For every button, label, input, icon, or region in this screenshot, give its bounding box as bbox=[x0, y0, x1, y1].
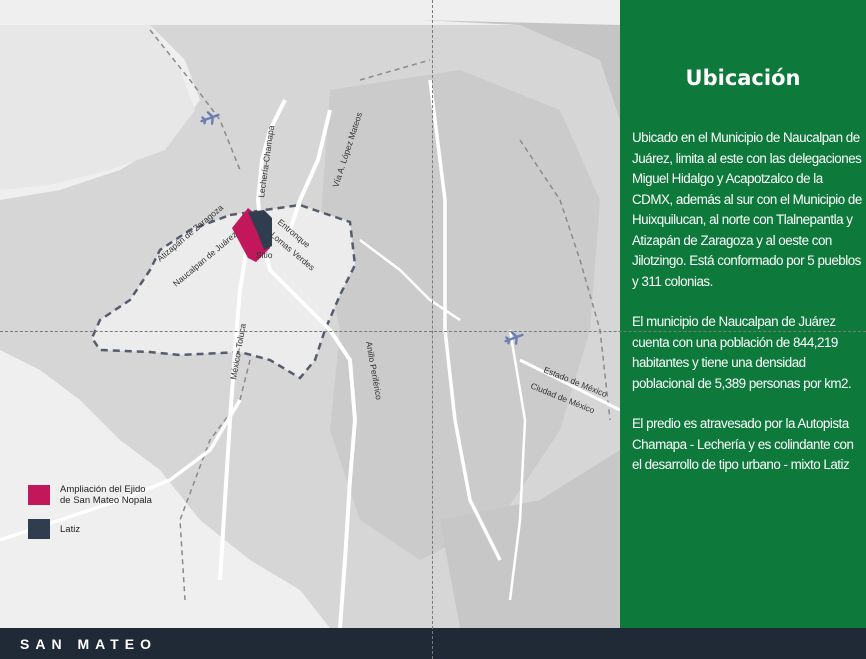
paragraph-location: Ubicado en el Municipio de Naucalpan de … bbox=[632, 130, 862, 289]
location-map[interactable]: Lechería-Chamapa Vía A. López Mateos Ati… bbox=[0, 0, 620, 628]
paragraph-population: El municipio de Naucalpan de Juárez cuen… bbox=[632, 314, 852, 391]
legend-swatch-ejido bbox=[28, 485, 50, 505]
label-site: Sitio bbox=[256, 250, 273, 260]
info-panel: Ubicación Ubicado en el Municipio de Nau… bbox=[620, 0, 866, 628]
panel-text: Ubicado en el Municipio de Naucalpan de … bbox=[632, 128, 864, 496]
footer-bar: SAN MATEO bbox=[0, 628, 866, 659]
legend-label-ejido: Ampliación del Ejido de San Mateo Nopala bbox=[60, 484, 152, 506]
legend-item-latiz: Latiz bbox=[28, 519, 80, 539]
legend-swatch-latiz bbox=[28, 519, 50, 539]
paragraph-site: El predio es atravesado por la Autopista… bbox=[632, 416, 854, 472]
legend-item-ejido: Ampliación del Ejido de San Mateo Nopala bbox=[28, 484, 152, 506]
panel-title: Ubicación bbox=[685, 66, 801, 90]
guide-line-horizontal bbox=[0, 331, 866, 332]
footer-brand: SAN MATEO bbox=[20, 636, 157, 652]
guide-line-vertical bbox=[432, 0, 433, 659]
map-canvas: Lechería-Chamapa Vía A. López Mateos Ati… bbox=[0, 0, 620, 628]
legend-label-latiz: Latiz bbox=[60, 523, 81, 535]
